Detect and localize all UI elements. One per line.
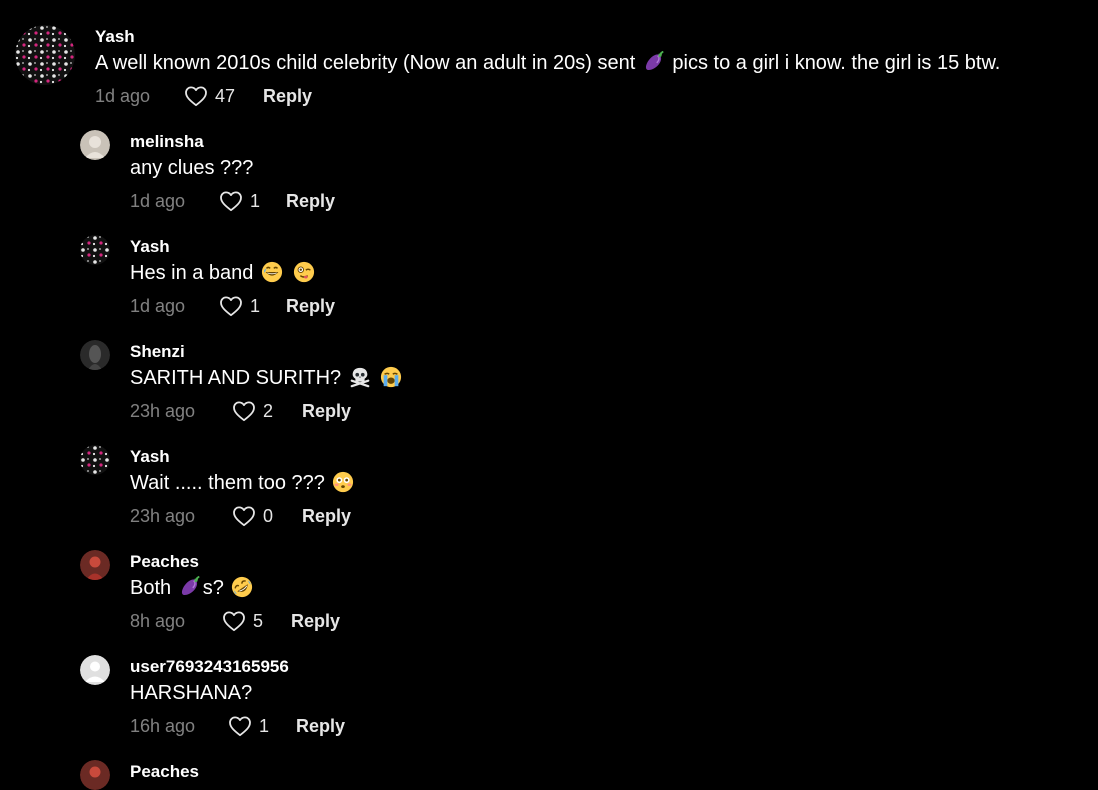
avatar[interactable] <box>80 130 110 160</box>
comment-text-part: A well known 2010s child celebrity (Now … <box>95 52 636 74</box>
heart-outline-icon <box>228 715 252 737</box>
like-count: 0 <box>263 506 274 526</box>
avatar[interactable] <box>80 445 110 475</box>
flushed-face-icon <box>332 471 354 493</box>
comment-username[interactable]: Peaches <box>130 552 255 572</box>
heart-outline-icon <box>232 505 256 527</box>
like-count: 5 <box>253 611 264 631</box>
skull-crossbones-icon <box>349 366 371 388</box>
like-button[interactable]: 2 <box>232 399 273 423</box>
winking-tongue-icon <box>293 261 315 283</box>
reply-button[interactable]: Reply <box>286 294 335 318</box>
rolling-on-floor-laughing-icon <box>231 576 253 598</box>
heart-outline-icon <box>222 610 246 632</box>
comment-username[interactable]: Peaches <box>130 762 199 782</box>
like-count: 1 <box>250 191 261 211</box>
comment-item: Yash A well known 2010s child celebrity … <box>0 0 1098 120</box>
like-button[interactable]: 1 <box>219 294 260 318</box>
like-button[interactable]: 0 <box>232 504 273 528</box>
comment-text-part: SARITH AND SURITH? <box>130 367 342 389</box>
comment-text-part: Both <box>130 577 172 599</box>
comment-timestamp: 1d ago <box>130 296 186 316</box>
reply-button[interactable]: Reply <box>291 609 340 633</box>
comment-timestamp: 23h ago <box>130 506 196 526</box>
heart-outline-icon <box>219 190 243 212</box>
like-count: 1 <box>259 716 270 736</box>
avatar[interactable] <box>80 550 110 580</box>
heart-outline-icon <box>219 295 243 317</box>
comment-username[interactable]: Shenzi <box>130 342 404 362</box>
comment-timestamp: 23h ago <box>130 401 196 421</box>
comment-username[interactable]: Yash <box>130 447 356 467</box>
like-button[interactable]: 1 <box>219 189 260 213</box>
comment-text-part: Wait ..... them too ??? <box>130 472 325 494</box>
like-count: 1 <box>250 296 261 316</box>
eggplant-icon <box>643 51 665 73</box>
comment-timestamp: 1d ago <box>95 86 151 106</box>
comment-text: Wait ..... them too ??? <box>130 470 356 496</box>
reply-button[interactable]: Reply <box>296 714 345 738</box>
reply-button[interactable]: Reply <box>302 399 351 423</box>
like-button[interactable]: 1 <box>228 714 269 738</box>
loudly-crying-icon <box>380 366 402 388</box>
reply-button[interactable]: Reply <box>286 189 335 213</box>
like-count: 47 <box>215 86 236 106</box>
comment-username[interactable]: Yash <box>95 27 1000 47</box>
comment-text-part: Hes in a band <box>130 262 254 284</box>
avatar[interactable] <box>15 25 75 85</box>
grinning-sweat-icon <box>261 261 283 283</box>
comment-username[interactable]: melinsha <box>130 132 253 152</box>
comment-text: Both s? <box>130 575 255 601</box>
comment-text-part: pics to a girl i know. the girl is 15 bt… <box>672 52 1001 74</box>
heart-outline-icon <box>232 400 256 422</box>
reply-button[interactable]: Reply <box>302 504 351 528</box>
like-button[interactable]: 5 <box>222 609 263 633</box>
avatar[interactable] <box>80 235 110 265</box>
comment-text: HARSHANA? <box>130 682 253 704</box>
reply-button[interactable]: Reply <box>263 84 312 108</box>
avatar[interactable] <box>80 655 110 685</box>
comment-username[interactable]: user7693243165956 <box>130 657 289 677</box>
comment-text: A well known 2010s child celebrity (Now … <box>95 50 1000 76</box>
comment-timestamp: 8h ago <box>130 611 186 631</box>
eggplant-icon <box>179 576 201 598</box>
avatar[interactable] <box>80 340 110 370</box>
comment-text: SARITH AND SURITH? <box>130 365 404 391</box>
comment-timestamp: 1d ago <box>130 191 186 211</box>
comment-text: any clues ??? <box>130 157 254 179</box>
like-button[interactable]: 47 <box>184 84 235 108</box>
comment-text: Hes in a band <box>130 260 317 286</box>
comment-username[interactable]: Yash <box>130 237 317 257</box>
comment-timestamp: 16h ago <box>130 716 196 736</box>
avatar[interactable] <box>80 760 110 790</box>
comment-text-part: s? <box>202 577 224 599</box>
heart-outline-icon <box>184 85 208 107</box>
like-count: 2 <box>263 401 274 421</box>
